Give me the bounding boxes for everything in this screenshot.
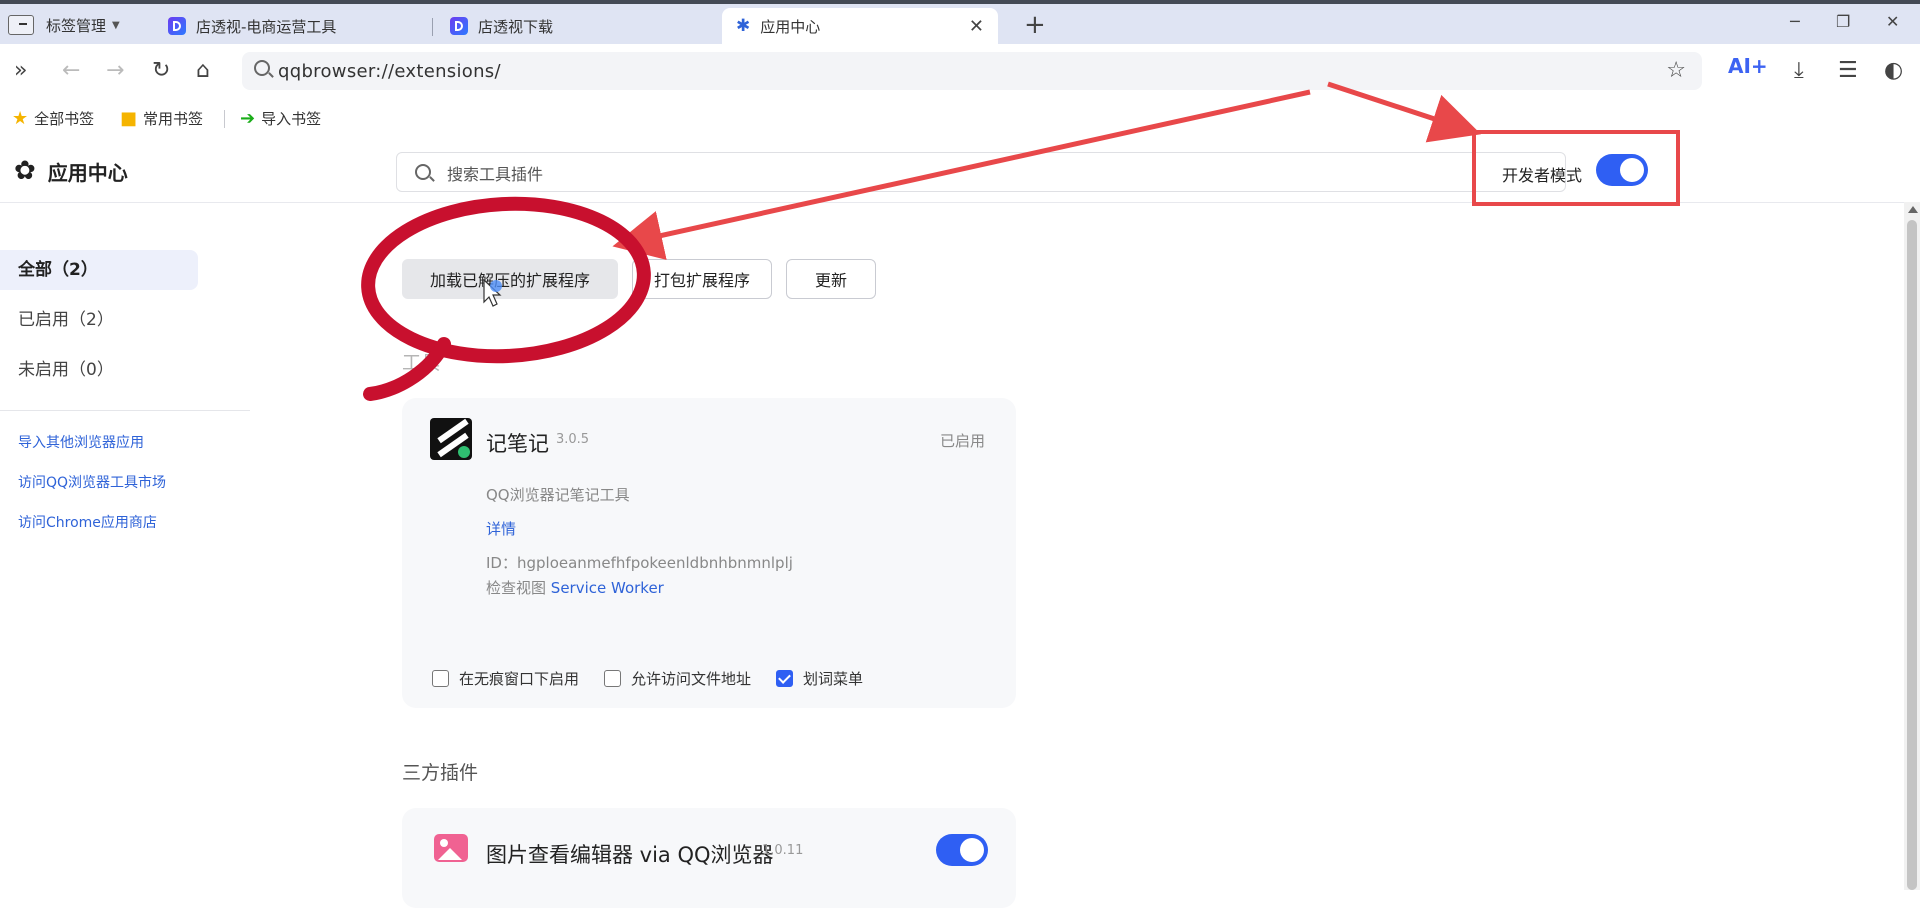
scroll-up-icon[interactable] bbox=[1908, 206, 1918, 213]
extension-description: QQ浏览器记笔记工具 bbox=[486, 486, 630, 504]
tab-dtshi-download[interactable]: 店透视下载 bbox=[436, 8, 706, 44]
reload-icon[interactable]: ↻ bbox=[152, 58, 170, 83]
bookmark-label: 导入书签 bbox=[261, 110, 322, 128]
ai-assistant-button[interactable]: AI+ bbox=[1728, 54, 1768, 78]
url-text[interactable]: qqbrowser://extensions/ bbox=[278, 61, 501, 82]
tab-manager-icon bbox=[8, 15, 34, 35]
sidebar-item-disabled[interactable]: 未启用（0） bbox=[0, 350, 198, 390]
extension-version: 1.0.11 bbox=[762, 843, 804, 858]
bookmark-label: 常用书签 bbox=[143, 110, 204, 128]
tab-app-center[interactable]: ✱ 应用中心 ✕ bbox=[722, 8, 998, 44]
address-bar[interactable]: qqbrowser://extensions/ ☆ bbox=[242, 52, 1702, 90]
tab-title: 店透视-电商运营工具 bbox=[196, 17, 337, 36]
bookmark-import[interactable]: ➔ 导入书签 bbox=[240, 108, 321, 129]
search-icon bbox=[254, 60, 270, 76]
dev-mode-toggle[interactable] bbox=[1596, 154, 1648, 186]
checkbox-box[interactable] bbox=[776, 670, 793, 687]
bookmark-divider bbox=[224, 110, 225, 128]
incognito-checkbox[interactable]: 在无痕窗口下启用 bbox=[432, 668, 579, 689]
sidebar-divider bbox=[0, 410, 250, 411]
toggle-knob bbox=[960, 838, 984, 862]
checkbox-label: 允许访问文件地址 bbox=[631, 670, 752, 688]
restore-button[interactable]: ❐ bbox=[1836, 12, 1850, 31]
close-tab-icon[interactable]: ✕ bbox=[969, 16, 984, 37]
bookmark-frequent[interactable]: ■ 常用书签 bbox=[120, 108, 203, 129]
new-tab-button[interactable]: + bbox=[1024, 10, 1046, 40]
main-scrollbar[interactable] bbox=[1904, 202, 1920, 890]
import-icon: ➔ bbox=[240, 108, 256, 129]
import-other-browser-link[interactable]: 导入其他浏览器应用 bbox=[18, 432, 144, 452]
reading-list-icon[interactable]: ☰ bbox=[1838, 58, 1858, 83]
page-title: ✿ 应用中心 bbox=[14, 156, 128, 186]
dtshi-favicon-icon bbox=[450, 17, 468, 35]
extension-name: 图片查看编辑器 via QQ浏览器 bbox=[486, 843, 774, 867]
tab-manager-button[interactable]: 标签管理 ▼ bbox=[8, 12, 120, 38]
inspect-label: 检查视图 bbox=[486, 579, 547, 597]
section-title-text: 工具 bbox=[402, 352, 441, 374]
extension-version: 3.0.5 bbox=[556, 432, 590, 447]
extensions-menu-icon[interactable]: ◐ bbox=[1884, 58, 1903, 83]
tab-divider bbox=[432, 18, 433, 36]
bookmark-all[interactable]: ★ 全部书签 bbox=[12, 108, 94, 129]
minimize-button[interactable]: ─ bbox=[1790, 12, 1800, 31]
service-worker-link[interactable]: Service Worker bbox=[551, 579, 664, 597]
checkbox-label: 在无痕窗口下启用 bbox=[459, 670, 580, 688]
checkbox-label: 划词菜单 bbox=[803, 670, 864, 688]
notes-app-icon bbox=[430, 418, 472, 460]
bookmark-label: 全部书签 bbox=[34, 110, 95, 128]
puzzle-icon: ✱ bbox=[736, 16, 751, 36]
update-button[interactable]: 更新 bbox=[786, 259, 876, 299]
back-icon[interactable]: ← bbox=[62, 58, 80, 83]
image-viewer-icon bbox=[434, 834, 468, 862]
file-access-checkbox[interactable]: 允许访问文件地址 bbox=[604, 668, 751, 689]
navigation-bar: » ← → ↻ ⌂ qqbrowser://extensions/ ☆ AI+ … bbox=[0, 44, 1920, 98]
search-icon bbox=[415, 164, 431, 180]
extension-search[interactable] bbox=[396, 152, 1566, 192]
home-icon[interactable]: ⌂ bbox=[196, 58, 210, 83]
close-window-button[interactable]: ✕ bbox=[1886, 12, 1899, 31]
scroll-thumb[interactable] bbox=[1907, 220, 1917, 890]
bookmarks-bar: ★ 全部书签 ■ 常用书签 ➔ 导入书签 bbox=[0, 98, 1920, 141]
forward-icon[interactable]: → bbox=[106, 58, 124, 83]
pack-extension-button[interactable]: 打包扩展程序 bbox=[632, 259, 772, 299]
qq-tool-market-link[interactable]: 访问QQ浏览器工具市场 bbox=[18, 472, 166, 492]
tab-title: 店透视下载 bbox=[478, 17, 554, 36]
sidebar-item-enabled[interactable]: 已启用（2） bbox=[0, 300, 198, 340]
app-center-header: ✿ 应用中心 开发者模式 bbox=[0, 140, 1920, 203]
inspect-views: 检查视图 Service Worker bbox=[486, 577, 664, 598]
dev-mode-label: 开发者模式 bbox=[1502, 166, 1583, 185]
download-icon[interactable]: ⤓ bbox=[1794, 58, 1804, 83]
checkbox-box[interactable] bbox=[432, 670, 449, 687]
extension-status: 已启用 bbox=[940, 432, 986, 450]
extension-details-link[interactable]: 详情 bbox=[486, 518, 516, 539]
search-input[interactable] bbox=[445, 161, 1449, 187]
page-title-text: 应用中心 bbox=[47, 160, 128, 185]
checkbox-box[interactable] bbox=[604, 670, 621, 687]
sidebar-item-all[interactable]: 全部（2） bbox=[0, 250, 198, 290]
extension-id: ID：hgploeanmefhfpokeenldbnhbnmnlplj bbox=[486, 554, 793, 572]
extension-name: 记笔记 bbox=[486, 432, 549, 456]
tab-manager-label: 标签管理 bbox=[46, 16, 107, 35]
sidebar-toggle-icon[interactable]: » bbox=[14, 58, 27, 83]
puzzle-icon: ✿ bbox=[14, 156, 36, 186]
bookmark-star-icon[interactable]: ☆ bbox=[1666, 58, 1686, 83]
extension-enable-toggle[interactable] bbox=[936, 834, 988, 866]
tab-title: 应用中心 bbox=[760, 17, 821, 36]
tab-dtshi-tools[interactable]: 店透视-电商运营工具 bbox=[154, 8, 424, 44]
star-icon: ★ bbox=[12, 108, 29, 129]
tab-strip: 标签管理 ▼ 店透视-电商运营工具 店透视下载 ✱ 应用中心 ✕ + ─ ❐ ✕ bbox=[0, 0, 1920, 44]
chevron-down-icon: ▼ bbox=[112, 19, 120, 31]
toggle-knob bbox=[1620, 158, 1644, 182]
bookmark-icon: ■ bbox=[120, 108, 138, 129]
chrome-store-link[interactable]: 访问Chrome应用商店 bbox=[18, 512, 157, 532]
section-builtin-tools: 工具 bbox=[402, 348, 440, 375]
dtshi-favicon-icon bbox=[168, 17, 186, 35]
load-unpacked-button[interactable]: 加载已解压的扩展程序 bbox=[402, 259, 618, 299]
selection-menu-checkbox[interactable]: 划词菜单 bbox=[776, 668, 863, 689]
section-third-party: 三方插件 bbox=[402, 762, 479, 784]
